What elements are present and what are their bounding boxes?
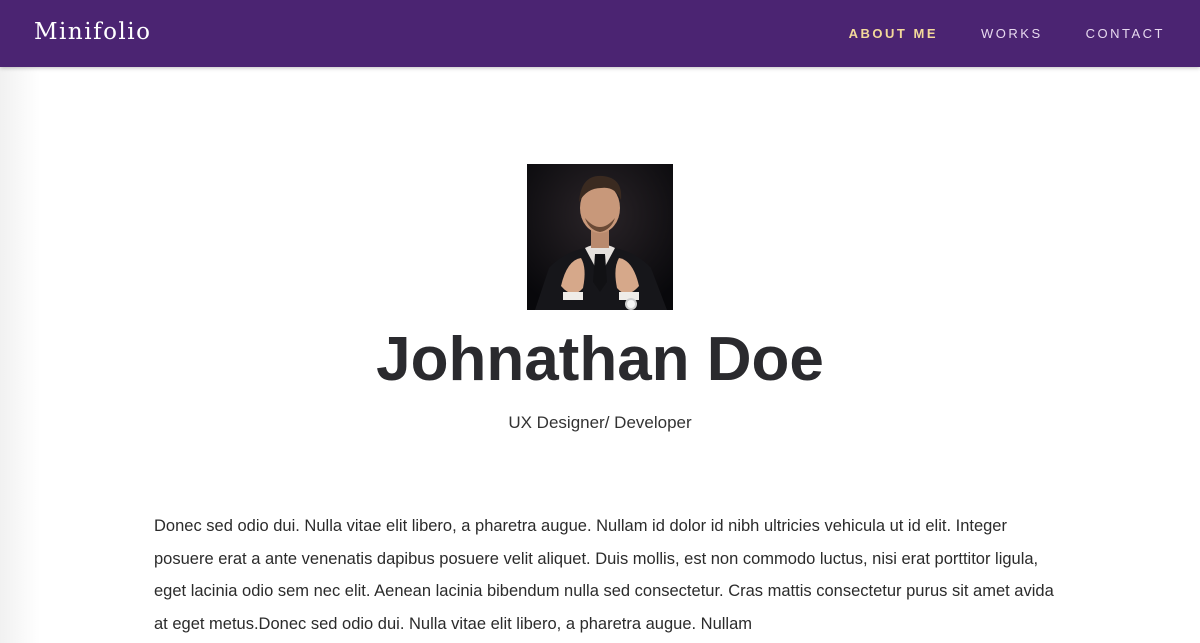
profile-name: Johnathan Doe (376, 325, 824, 394)
about-section: Johnathan Doe UX Designer/ Developer Don… (0, 67, 1200, 643)
nav-menu: ABOUT ME WORKS CONTACT (849, 26, 1165, 41)
profile-role: UX Designer/ Developer (508, 413, 692, 432)
top-navbar: Minifolio ABOUT ME WORKS CONTACT (0, 0, 1200, 67)
profile-bio: Donec sed odio dui. Nulla vitae elit lib… (154, 517, 1054, 633)
brand-logo[interactable]: Minifolio (34, 19, 152, 45)
profile-photo (527, 164, 673, 310)
nav-link-works[interactable]: WORKS (981, 26, 1043, 41)
nav-link-contact[interactable]: CONTACT (1086, 26, 1165, 41)
nav-link-about-me[interactable]: ABOUT ME (849, 26, 938, 41)
